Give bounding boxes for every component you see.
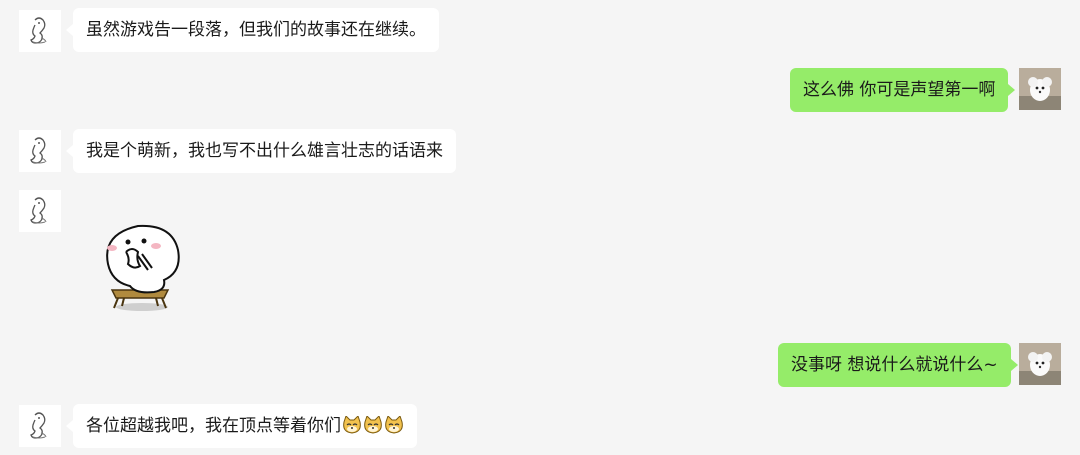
message-text: 各位超越我吧，我在顶点等着你们 bbox=[86, 416, 341, 436]
sketch-figure-icon bbox=[30, 137, 47, 164]
white-dog-icon bbox=[1019, 68, 1061, 110]
white-dog-icon bbox=[1019, 343, 1061, 385]
message-text: 虽然游戏告一段落，但我们的故事还在继续。 bbox=[86, 20, 426, 40]
user-avatar[interactable] bbox=[1019, 68, 1061, 110]
contact-avatar[interactable] bbox=[19, 190, 61, 232]
thinking-blob-sticker[interactable] bbox=[94, 212, 190, 312]
user-avatar[interactable] bbox=[1019, 343, 1061, 385]
sketch-figure-icon bbox=[30, 197, 47, 224]
message-text: 这么佛 你可是声望第一啊 bbox=[803, 80, 996, 100]
doge-emoji-icon bbox=[342, 407, 362, 434]
sketch-figure-icon bbox=[30, 412, 47, 439]
doge-emoji-icon bbox=[363, 407, 383, 434]
contact-avatar[interactable] bbox=[19, 405, 61, 447]
message-bubble[interactable]: 我是个萌新，我也写不出什么雄言壮志的话语来 bbox=[66, 129, 456, 173]
message-bubble[interactable]: 虽然游戏告一段落，但我们的故事还在继续。 bbox=[66, 8, 439, 52]
message-bubble[interactable]: 没事呀 想说什么就说什么~ bbox=[778, 343, 1018, 387]
message-bubble[interactable]: 这么佛 你可是声望第一啊 bbox=[790, 68, 1016, 112]
message-text: 没事呀 想说什么就说什么~ bbox=[791, 355, 998, 375]
doge-emoji-icon bbox=[384, 407, 404, 434]
contact-avatar[interactable] bbox=[19, 10, 61, 52]
message-text: 我是个萌新，我也写不出什么雄言壮志的话语来 bbox=[86, 141, 443, 161]
sketch-figure-icon bbox=[30, 17, 47, 44]
thinking-blob-icon bbox=[106, 224, 180, 311]
contact-avatar[interactable] bbox=[19, 130, 61, 172]
message-bubble[interactable]: 各位超越我吧，我在顶点等着你们 bbox=[66, 404, 417, 448]
